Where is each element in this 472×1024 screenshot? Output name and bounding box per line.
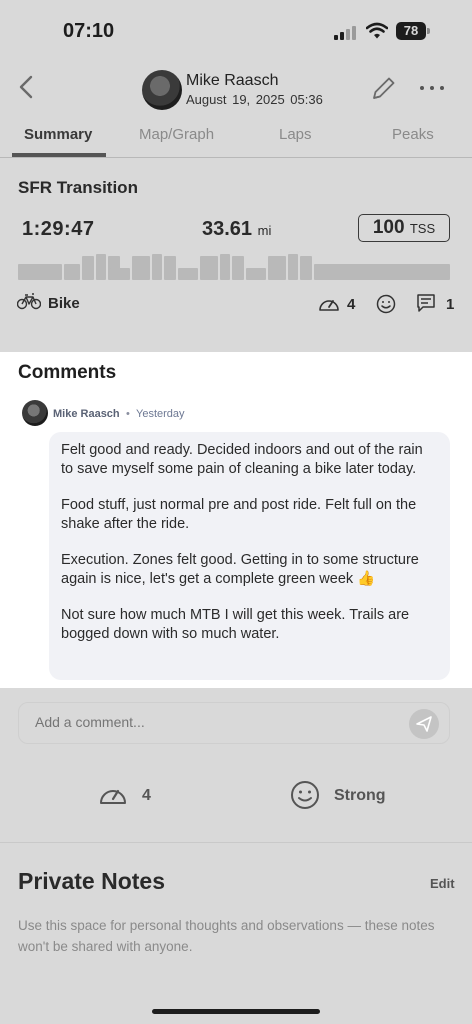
avatar[interactable] (22, 400, 48, 426)
athlete-name: Mike Raasch (186, 72, 279, 89)
workout-date: August 19, 2025 05:36 (186, 92, 323, 107)
send-button[interactable] (409, 709, 439, 739)
status-time: 07:10 (63, 20, 115, 42)
battery-level: 78 (403, 23, 419, 38)
bike-icon (17, 293, 41, 310)
battery-icon: 78 (396, 22, 426, 40)
comment-paragraph: Not sure how much MTB I will get this we… (61, 607, 410, 642)
speedometer-icon[interactable] (98, 782, 128, 808)
tss-badge: 100 TSS (358, 214, 450, 242)
send-icon (416, 716, 432, 732)
section-divider (0, 842, 472, 843)
comment-timestamp: Yesterday (136, 408, 185, 420)
cellular-signal-icon (334, 26, 356, 40)
comment-separator: • (126, 408, 130, 420)
home-indicator[interactable] (152, 1009, 320, 1014)
add-comment-box[interactable] (18, 702, 450, 744)
rating-row: 4 Strong (0, 770, 472, 826)
comment-paragraph: Food stuff, just normal pre and post rid… (61, 497, 417, 532)
speedometer-icon (319, 300, 339, 311)
feel-value: Strong (334, 787, 386, 804)
pencil-icon[interactable] (370, 74, 398, 102)
activity-title: SFR Transition (18, 178, 138, 197)
status-bar: 07:10 78 (0, 0, 472, 62)
workout-header: Mike Raasch August 19, 2025 05:36 (0, 62, 472, 114)
wifi-icon (366, 22, 388, 39)
comment-paragraph: Execution. Zones felt good. Getting in t… (61, 552, 419, 587)
comment-icon (417, 294, 435, 312)
activity-distance: 33.61 mi (202, 218, 271, 241)
rpe-value: 4 (142, 787, 151, 804)
smiley-icon (376, 294, 396, 314)
activity-summary-card[interactable]: SFR Transition 1:29:47 33.61 mi 100 TSS … (0, 158, 472, 334)
comment-paragraph: Felt good and ready. Decided indoors and… (61, 442, 423, 477)
tab-laps[interactable]: Laps (279, 126, 312, 143)
add-comment-input[interactable] (35, 714, 395, 730)
effort-value: 4 (347, 296, 356, 313)
tab-bar: Summary Map/Graph Laps Peaks (0, 114, 472, 158)
avatar[interactable] (142, 70, 182, 110)
back-chevron-icon[interactable] (16, 74, 38, 100)
interval-structure-graph (18, 254, 450, 280)
tab-peaks[interactable]: Peaks (392, 126, 434, 143)
sport-type: Bike (48, 295, 80, 312)
distance-unit: mi (257, 223, 272, 238)
comments-title: Comments (18, 362, 117, 383)
private-notes-placeholder[interactable]: Use this space for personal thoughts and… (18, 915, 448, 957)
tss-label: TSS (409, 221, 436, 236)
battery-tip (427, 28, 430, 34)
more-options-icon[interactable] (418, 86, 446, 92)
activity-duration: 1:29:47 (22, 218, 95, 240)
distance-value: 33.61 (202, 218, 253, 240)
comments-section: Comments Mike Raasch • Yesterday Felt go… (0, 352, 472, 688)
comment-count: 1 (446, 296, 455, 313)
private-notes-title: Private Notes (18, 868, 166, 894)
tab-map-graph[interactable]: Map/Graph (139, 126, 214, 143)
private-notes-edit-button[interactable]: Edit (430, 876, 455, 891)
tab-summary[interactable]: Summary (24, 126, 92, 143)
comment-author[interactable]: Mike Raasch (53, 408, 120, 420)
tss-value: 100 (372, 217, 405, 238)
smiley-icon[interactable] (290, 780, 320, 810)
comment-bubble[interactable]: Felt good and ready. Decided indoors and… (49, 432, 450, 680)
active-tab-indicator (12, 153, 106, 157)
